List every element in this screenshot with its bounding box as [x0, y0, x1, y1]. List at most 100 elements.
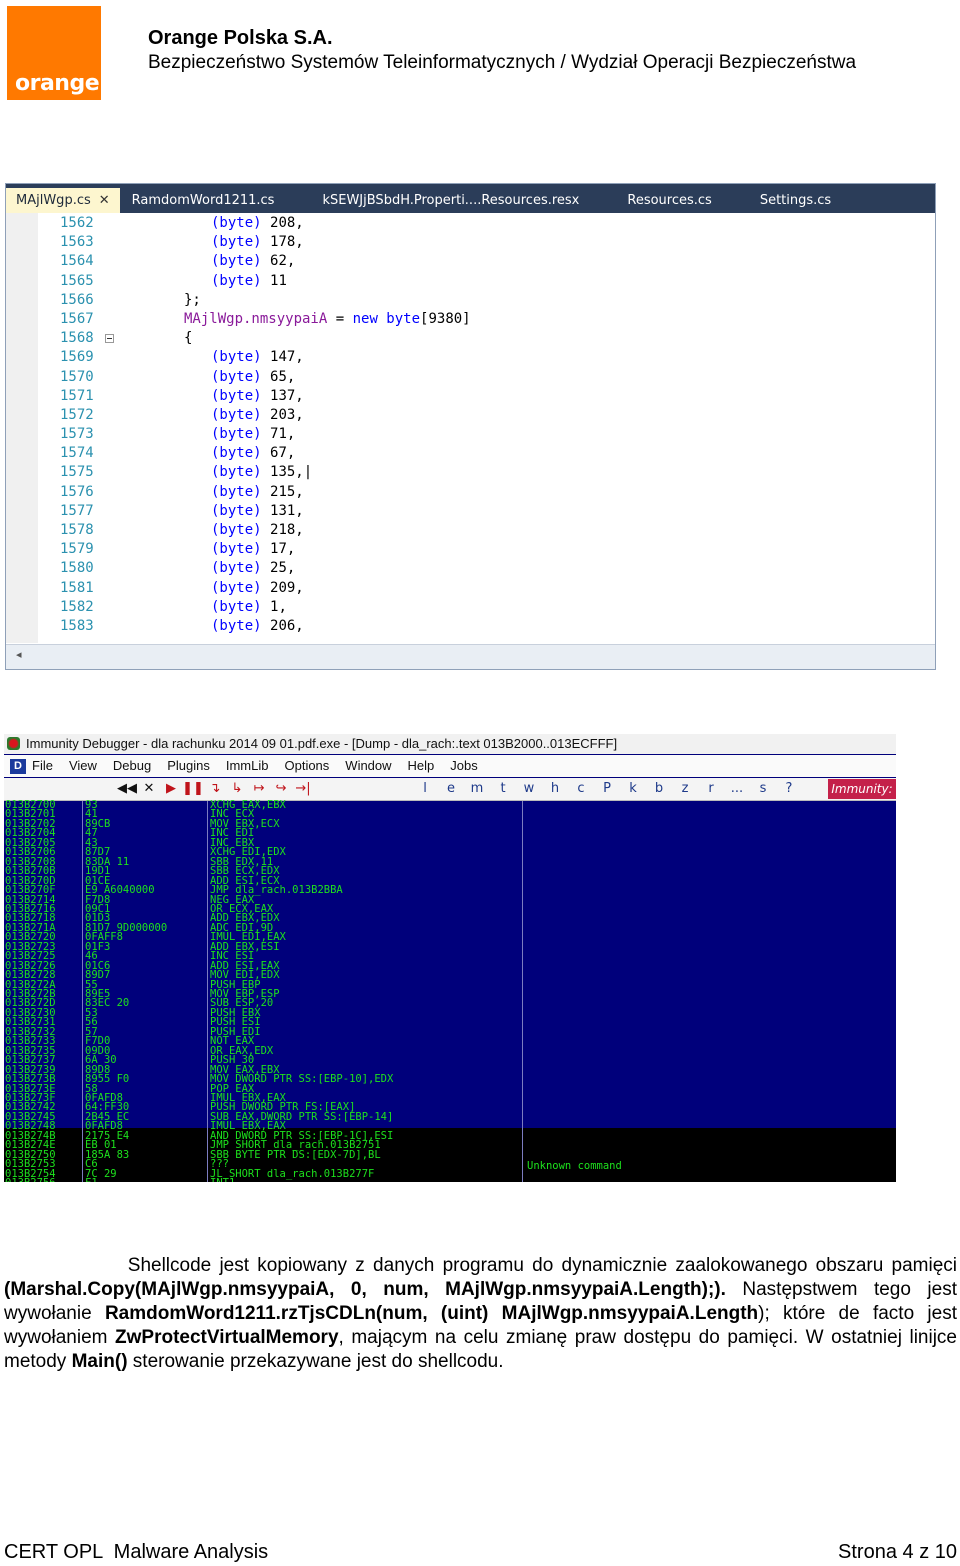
- para-bold-2: RamdomWord1211.rzTjsCDLn(num, (uint) MAj…: [104, 1303, 759, 1324]
- pause-icon[interactable]: ❚❚: [182, 778, 204, 800]
- disassembly-row: 013B2754 7C 29 JL SHORT dla_rach.013B277F: [4, 1168, 896, 1179]
- trace-over-icon[interactable]: ↪: [270, 778, 292, 800]
- step-into-icon[interactable]: ↴: [204, 778, 226, 800]
- byte-cast: (byte): [211, 234, 262, 251]
- code-line: 1567 MAjlWgp.nmsyypaiA = new byte[9380]: [6, 310, 935, 329]
- disassembly-row: 013B273E 58 POP EAX: [4, 1083, 896, 1094]
- disassembly-row: 013B2725 46 INC ESI: [4, 951, 896, 962]
- code-text: (byte) 137,: [211, 387, 304, 406]
- toolbar-letter-button[interactable]: ...: [724, 778, 750, 800]
- toolbar-letter-button[interactable]: P: [594, 778, 620, 800]
- toolbar-letter-button[interactable]: k: [620, 778, 646, 800]
- close-icon[interactable]: ✕: [99, 193, 110, 208]
- editor-tab-label: kSEWJjBSbdH.Properti....Resources.resx: [322, 193, 580, 208]
- row-address: 013B2756: [5, 1178, 56, 1182]
- fold-collapse-icon: [105, 334, 114, 343]
- para-bold-1: (Marshal.Copy(MAjlWgp.nmsyypaiA, 0, num,…: [4, 1279, 726, 1300]
- identifier: MAjlWgp.nmsyypaiA: [184, 310, 328, 327]
- orange-logo: orange: [7, 6, 101, 100]
- byte-cast: (byte): [211, 253, 262, 270]
- toolbar-letter-button[interactable]: ?: [776, 778, 802, 800]
- byte-value: 67,: [270, 445, 296, 462]
- step-over-icon[interactable]: ↳: [226, 778, 248, 800]
- menu-item[interactable]: View: [69, 758, 97, 773]
- code-line: 1575 (byte) 135,|: [6, 463, 935, 482]
- byte-value: 209,: [270, 579, 304, 596]
- disassembly-row: 013B2726 01C6 ADD ESI,EAX: [4, 960, 896, 971]
- menu-item[interactable]: ImmLib: [226, 758, 269, 773]
- editor-tab[interactable]: Settings.cs: [750, 188, 841, 213]
- line-number: 1575: [60, 464, 94, 481]
- line-number: 1570: [60, 368, 94, 385]
- toolbar-letter-button[interactable]: c: [568, 778, 594, 800]
- close-icon[interactable]: ✕: [138, 778, 160, 800]
- menu-item[interactable]: Help: [408, 758, 435, 773]
- menu-item[interactable]: Window: [345, 758, 391, 773]
- menu-item[interactable]: Plugins: [167, 758, 210, 773]
- menu-item[interactable]: Jobs: [450, 758, 477, 773]
- editor-tab[interactable]: kSEWJjBSbdH.Properti....Resources.resx: [312, 188, 589, 213]
- line-number: 1579: [60, 541, 94, 558]
- code-text: (byte) 1,: [211, 598, 287, 617]
- company-name: Orange Polska S.A.: [148, 27, 333, 49]
- byte-value: 208,: [270, 215, 304, 231]
- line-number: 1568: [60, 330, 94, 347]
- debugger-screenshot: Immunity Debugger - dla rachunku 2014 09…: [4, 734, 896, 1182]
- run-icon[interactable]: ▶: [160, 778, 182, 800]
- dump-window-icon[interactable]: D: [10, 759, 26, 774]
- line-number: 1566: [60, 291, 94, 308]
- status-message: Unknown command: [527, 1160, 622, 1172]
- toolbar-letter-button[interactable]: r: [698, 778, 724, 800]
- disassembly-row: 013B2732 57 PUSH EDI: [4, 1026, 896, 1037]
- para-text-1: Shellcode jest kopiowany z danych progra…: [127, 1255, 957, 1276]
- disassembly-row: 013B271A 81D7 9D000000 ADC EDI,9D: [4, 922, 896, 933]
- code-line: 1571 (byte) 137,: [6, 387, 935, 406]
- editor-tab[interactable]: RamdomWord1211.cs: [122, 188, 285, 213]
- code-text: (byte) 67,: [211, 444, 295, 463]
- toolbar-letter-button[interactable]: b: [646, 778, 672, 800]
- toolbar-letter-button[interactable]: w: [516, 778, 542, 800]
- code-line: 1562 (byte) 208,: [6, 214, 935, 233]
- code-text: MAjlWgp.nmsyypaiA = new byte[9380]: [184, 310, 471, 329]
- editor-tab[interactable]: MAjlWgp.cs ✕: [6, 188, 120, 213]
- byte-cast: (byte): [211, 579, 262, 596]
- disassembly-row: 013B2731 56 PUSH ESI: [4, 1017, 896, 1028]
- disassembly-row: 013B272B 89E5 MOV EBP,ESP: [4, 989, 896, 1000]
- trace-into-icon[interactable]: ↦: [248, 778, 270, 800]
- operator: =: [327, 310, 353, 327]
- toolbar-letter-button[interactable]: t: [490, 778, 516, 800]
- disassembly-row: 013B2705 43 INC EBX: [4, 837, 896, 848]
- code-line: 1564 (byte) 62,: [6, 252, 935, 271]
- byte-value: 71,: [270, 426, 296, 443]
- code-line: 1583 (byte) 206,: [6, 617, 935, 636]
- byte-cast: (byte): [211, 215, 262, 231]
- editor-tab[interactable]: Resources.cs: [617, 188, 721, 213]
- menu-item[interactable]: File: [32, 758, 53, 773]
- disassembly-row: 013B2702 89CB MOV EBX,ECX: [4, 818, 896, 829]
- execute-till-return-icon[interactable]: →|: [292, 778, 314, 800]
- toolbar-letter-button[interactable]: e: [438, 778, 464, 800]
- toolbar-letter-button[interactable]: z: [672, 778, 698, 800]
- toolbar-letter-button[interactable]: h: [542, 778, 568, 800]
- toolbar-letter-button[interactable]: l: [412, 778, 438, 800]
- menu-item[interactable]: Debug: [113, 758, 151, 773]
- rewind-icon[interactable]: ◀◀: [116, 778, 138, 800]
- byte-cast: (byte): [211, 406, 262, 423]
- code-line: 1574 (byte) 67,: [6, 444, 935, 463]
- byte-cast: (byte): [211, 272, 262, 289]
- disassembly-row: 013B273F 0FAFD8 IMUL EBX,EAX: [4, 1092, 896, 1103]
- line-number: 1583: [60, 617, 94, 634]
- disassembly-row: 013B2730 53 PUSH EBX: [4, 1007, 896, 1018]
- menu-item[interactable]: Options: [284, 758, 329, 773]
- code-text: (byte) 71,: [211, 425, 295, 444]
- code-text: (byte) 208,: [211, 214, 304, 233]
- code-line: 1572 (byte) 203,: [6, 406, 935, 425]
- toolbar-letter-button[interactable]: m: [464, 778, 490, 800]
- immunity-app-icon: [7, 737, 20, 750]
- editor-tab-label: MAjlWgp.cs: [16, 193, 91, 208]
- code-line: 1582 (byte) 1,: [6, 598, 935, 617]
- row-instruction: SBB BYTE PTR DS:[EDX-7D],BL: [210, 1148, 381, 1161]
- code-text: {: [184, 329, 192, 348]
- toolbar-letter-button[interactable]: s: [750, 778, 776, 800]
- byte-value: 203,: [270, 406, 304, 423]
